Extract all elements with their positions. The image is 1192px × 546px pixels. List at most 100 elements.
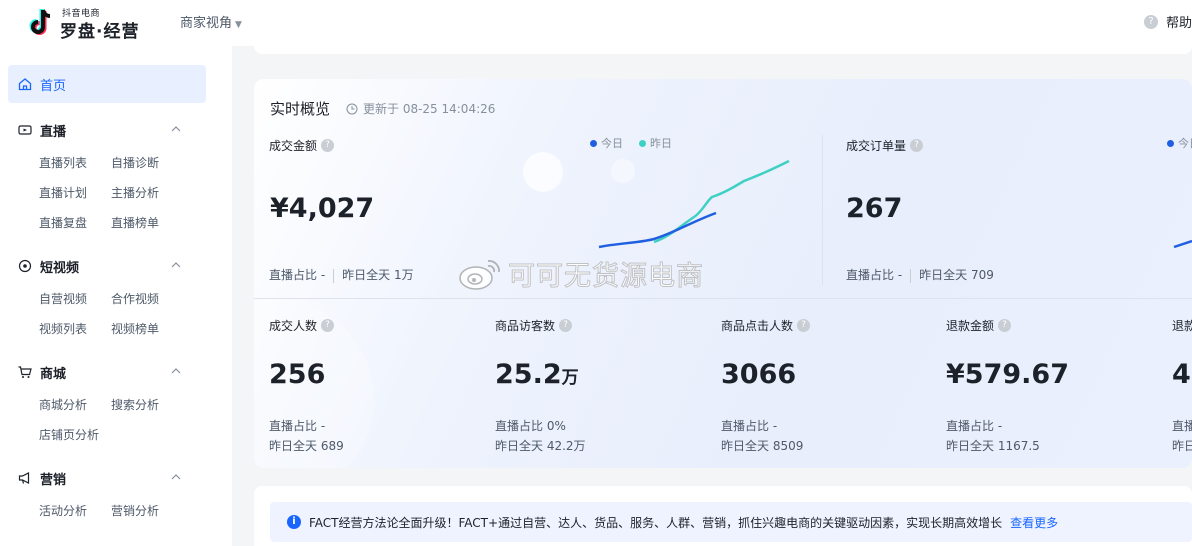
help-button[interactable]: ? 帮助 bbox=[1143, 12, 1192, 31]
sidebar-item-live-review[interactable]: 直播复盘 bbox=[39, 214, 87, 231]
sidebar-item-video-list[interactable]: 视频列表 bbox=[39, 320, 87, 337]
metric-share-clicks: 直播占比 - bbox=[721, 419, 778, 433]
question-icon[interactable]: ? bbox=[998, 319, 1012, 332]
watermark-text: 可可无货源电商 bbox=[508, 261, 704, 293]
horizontal-divider bbox=[254, 298, 1192, 299]
sidebar-group-mall[interactable]: 商城 bbox=[18, 362, 190, 382]
legend-dot-today bbox=[590, 139, 597, 147]
sidebar-item-self-live-diagnosis[interactable]: 自播诊断 bbox=[111, 154, 159, 171]
metric-label-clicks: 商品点击人数? bbox=[721, 317, 811, 334]
metric-sub-orders: 直播占比 - 昨日全天 709 bbox=[846, 266, 994, 283]
metric-label-text: 退款金额 bbox=[946, 319, 995, 333]
view-switch-dropdown[interactable]: 商家视角 ▼ bbox=[180, 12, 242, 31]
sidebar-item-marketing-analysis[interactable]: 营销分析 bbox=[111, 502, 159, 519]
metric-share-visitors: 直播占比 0% bbox=[495, 419, 566, 433]
clock-icon bbox=[346, 103, 358, 114]
sidebar-group-label: 直播 bbox=[40, 124, 67, 140]
cart-icon bbox=[18, 366, 32, 378]
weibo-icon bbox=[459, 259, 500, 290]
help-icon: ? bbox=[1143, 14, 1158, 29]
sidebar-item-home[interactable]: 首页 bbox=[8, 65, 206, 103]
metric-label-text: 成交订单量 bbox=[846, 139, 907, 153]
metric-value-buyers: 256 bbox=[269, 359, 325, 390]
weibo-watermark: 可可无货源电商 bbox=[458, 254, 704, 293]
sidebar-group-short-video[interactable]: 短视频 bbox=[18, 256, 190, 276]
metric-yesterday-buyers: 昨日全天 689 bbox=[269, 439, 344, 453]
metric-value-number: 3066 bbox=[721, 359, 797, 390]
sidebar-item-anchor-analysis[interactable]: 主播分析 bbox=[111, 184, 159, 201]
metric-value-number: 256 bbox=[269, 359, 326, 390]
metric-yesterday-visitors: 昨日全天 42.2万 bbox=[495, 439, 586, 453]
view-more-link[interactable]: 查看更多 bbox=[1010, 514, 1058, 531]
question-icon[interactable]: ? bbox=[797, 319, 811, 332]
sidebar-item-live-ranking[interactable]: 直播榜单 bbox=[111, 214, 159, 231]
metric-label-text: 成交人数 bbox=[269, 319, 318, 333]
metric-value-number: 43 bbox=[1172, 359, 1192, 390]
sidebar-item-live-list[interactable]: 直播列表 bbox=[39, 154, 87, 171]
metric-label-text: 商品点击人数 bbox=[721, 319, 794, 333]
metric-share-refund-count: 直播 bbox=[1172, 419, 1192, 433]
question-icon[interactable]: ? bbox=[910, 139, 924, 152]
sidebar-item-mall-analysis[interactable]: 商城分析 bbox=[39, 396, 87, 413]
sidebar-group-marketing[interactable]: 营销 bbox=[18, 468, 190, 488]
megaphone-icon bbox=[18, 472, 30, 484]
info-icon: i bbox=[287, 515, 301, 529]
sidebar-group-live[interactable]: 直播 bbox=[18, 120, 190, 140]
divider bbox=[333, 268, 335, 283]
douyin-logo-icon bbox=[29, 9, 51, 35]
chevron-up-icon bbox=[171, 368, 181, 374]
realtime-overview-panel: 实时概览 更新于 08-25 14:04:26 成交金额? ¥4,027 直播占… bbox=[254, 79, 1192, 468]
legend-today-label: 今日 bbox=[1178, 137, 1192, 150]
question-icon[interactable]: ? bbox=[321, 319, 335, 332]
metric-label-text: 商品访客数 bbox=[495, 319, 556, 333]
metric-value-gmv: ¥4,027 bbox=[270, 193, 375, 224]
metric-yesterday-refund-count: 昨日 bbox=[1172, 439, 1192, 453]
metric-share: 直播占比 - bbox=[269, 268, 326, 282]
metric-label-orders: 成交订单量? bbox=[846, 137, 924, 154]
metric-value-visitors: 25.2万 bbox=[495, 359, 579, 390]
chevron-down-icon: ▼ bbox=[235, 20, 242, 30]
metric-value-orders: 267 bbox=[846, 193, 903, 224]
metric-label-gmv: 成交金额? bbox=[269, 137, 335, 154]
metric-label-text: 退款 bbox=[1172, 319, 1192, 333]
metric-value-refund-count: 43 bbox=[1172, 359, 1192, 390]
divider bbox=[910, 268, 912, 283]
gmv-trend-chart bbox=[598, 159, 790, 249]
question-icon[interactable]: ? bbox=[321, 139, 335, 152]
metric-yesterday-refund-amount: 昨日全天 1167.5 bbox=[946, 439, 1040, 453]
sidebar-group-label: 短视频 bbox=[40, 260, 80, 276]
metric-value-unit: 万 bbox=[561, 368, 579, 388]
sidebar-item-label: 首页 bbox=[40, 78, 67, 94]
sidebar-item-store-page-analysis[interactable]: 店铺页分析 bbox=[39, 426, 99, 443]
series-line-today bbox=[1173, 239, 1192, 249]
sidebar-item-video-ranking[interactable]: 视频榜单 bbox=[111, 320, 159, 337]
sidebar-item-campaign-analysis[interactable]: 活动分析 bbox=[39, 502, 87, 519]
metric-value-number: 25.2 bbox=[495, 359, 562, 390]
legend-today-label: 今日 bbox=[601, 137, 623, 150]
sidebar-group-label: 商城 bbox=[40, 366, 67, 382]
sidebar-item-live-plan[interactable]: 直播计划 bbox=[39, 184, 87, 201]
sidebar-item-self-video[interactable]: 自营视频 bbox=[39, 290, 87, 307]
metric-value-number: ¥579.67 bbox=[946, 359, 1069, 390]
announcement-text: FACT经营方法论全面升级！FACT+通过自营、达人、货品、服务、人群、营销，抓… bbox=[309, 515, 1003, 530]
previous-card-bottom bbox=[254, 46, 1192, 54]
sidebar-item-coop-video[interactable]: 合作视频 bbox=[111, 290, 159, 307]
chevron-up-icon bbox=[171, 262, 181, 268]
decorative-bubble bbox=[523, 152, 563, 192]
legend-yesterday-label: 昨日 bbox=[650, 137, 672, 150]
overview-title: 实时概览 bbox=[270, 100, 331, 118]
metric-yesterday: 昨日全天 1万 bbox=[342, 268, 414, 282]
chevron-up-icon bbox=[171, 474, 181, 480]
update-time: 更新于 08-25 14:04:26 bbox=[346, 100, 495, 117]
metric-label-buyers: 成交人数? bbox=[269, 317, 335, 334]
chart-legend: 今日 昨日 bbox=[590, 135, 672, 151]
question-icon[interactable]: ? bbox=[559, 319, 573, 332]
home-icon bbox=[18, 78, 32, 91]
update-time-text: 更新于 08-25 14:04:26 bbox=[363, 102, 496, 116]
chevron-up-icon bbox=[171, 126, 181, 132]
metric-share-refund-amount: 直播占比 - bbox=[946, 419, 1003, 433]
sidebar-item-search-analysis[interactable]: 搜索分析 bbox=[111, 396, 159, 413]
notice-card: i FACT经营方法论全面升级！FACT+通过自营、达人、货品、服务、人群、营销… bbox=[254, 486, 1192, 546]
metric-yesterday-clicks: 昨日全天 8509 bbox=[721, 439, 804, 453]
view-switch-label: 商家视角 bbox=[180, 16, 233, 31]
